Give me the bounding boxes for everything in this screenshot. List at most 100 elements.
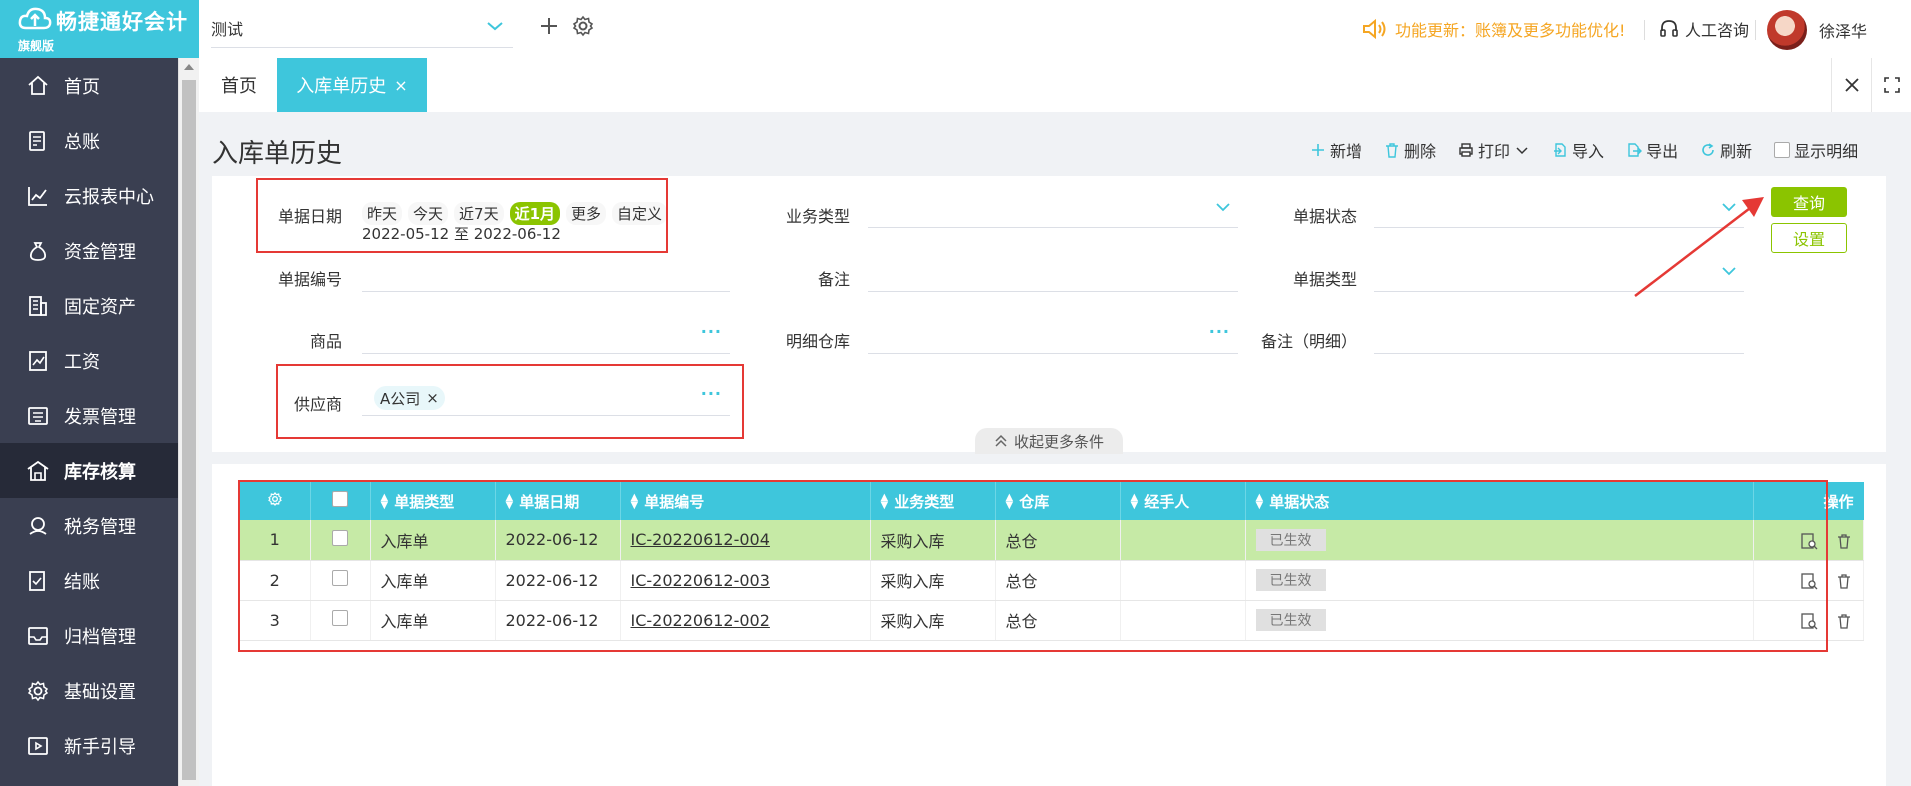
view-icon[interactable] xyxy=(1800,572,1818,590)
col-status[interactable]: ▲ ▼ 单据状态 xyxy=(1245,482,1754,520)
doc-no-link[interactable]: IC-20220612-004 xyxy=(631,530,770,549)
quick-yesterday[interactable]: 昨天 xyxy=(362,202,403,225)
trash-icon xyxy=(1386,143,1399,158)
col-label: 单据编号 xyxy=(644,492,705,511)
supplier-tag: A公司 × xyxy=(374,386,445,410)
fullscreen-icon xyxy=(1883,77,1900,93)
view-icon[interactable] xyxy=(1800,532,1818,550)
add-button[interactable]: 新增 xyxy=(1310,138,1362,162)
plus-icon[interactable] xyxy=(537,14,561,38)
update-notice[interactable]: 功能更新：账簿及更多功能优化! xyxy=(1361,16,1625,42)
quick-1month[interactable]: 近1月 xyxy=(509,202,561,225)
column-settings[interactable] xyxy=(240,482,311,520)
view-icon[interactable] xyxy=(1800,612,1818,630)
doc-no-input[interactable] xyxy=(362,256,730,292)
col-doc-type[interactable]: ▲ ▼ 单据类型 xyxy=(370,482,496,520)
close-icon[interactable]: × xyxy=(426,389,439,407)
biz-type-label: 业务类型 xyxy=(785,207,850,226)
show-detail-toggle[interactable]: 显示明细 xyxy=(1774,138,1858,162)
supplier-input[interactable]: A公司 × ··· xyxy=(362,380,730,416)
table-row[interactable]: 2 入库单 2022-06-12 IC-20220612-003 采购入库 总仓… xyxy=(240,560,1864,601)
col-doc-no[interactable]: ▲ ▼ 单据编号 xyxy=(620,482,871,520)
quick-custom[interactable]: 自定义 xyxy=(612,202,668,225)
scrollbar-thumb[interactable] xyxy=(182,80,196,780)
gear-icon xyxy=(27,680,49,701)
close-all-tabs-button[interactable] xyxy=(1831,58,1871,112)
fullscreen-button[interactable] xyxy=(1871,58,1911,112)
row-checkbox[interactable] xyxy=(332,529,348,546)
sidebar-item-inventory[interactable]: 库存核算 xyxy=(0,443,178,498)
sidebar-item-tax[interactable]: 税务管理 xyxy=(0,498,178,553)
export-icon xyxy=(1628,143,1643,157)
doc-no-link[interactable]: IC-20220612-002 xyxy=(631,611,770,630)
sidebar-item-ledger[interactable]: 总账 xyxy=(0,113,178,168)
trash-icon[interactable] xyxy=(1835,572,1853,590)
annotation-arrow-icon xyxy=(1634,197,1764,297)
more-icon[interactable]: ··· xyxy=(701,322,722,341)
export-button[interactable]: 导出 xyxy=(1626,138,1678,162)
close-icon[interactable]: × xyxy=(394,76,407,95)
scroll-up-arrow[interactable] xyxy=(184,64,194,70)
sidebar-item-home[interactable]: 首页 xyxy=(0,58,178,113)
sidebar-item-settings[interactable]: 基础设置 xyxy=(0,663,178,718)
doc-no-label: 单据编号 xyxy=(277,270,342,289)
import-label: 导入 xyxy=(1572,142,1605,161)
col-warehouse[interactable]: ▲ ▼ 仓库 xyxy=(995,482,1121,520)
gear-icon xyxy=(267,492,282,506)
tab-home[interactable]: 首页 xyxy=(221,58,257,112)
sidebar-item-invoice[interactable]: 发票管理 xyxy=(0,388,178,443)
sidebar-item-guide[interactable]: 新手引导 xyxy=(0,718,178,773)
refresh-button[interactable]: 刷新 xyxy=(1700,138,1752,162)
trash-icon[interactable] xyxy=(1835,532,1853,550)
remark-input[interactable] xyxy=(868,256,1238,292)
query-button[interactable]: 查询 xyxy=(1771,187,1847,217)
goods-input[interactable]: ··· xyxy=(362,318,730,354)
user-menu[interactable]: 徐泽华 xyxy=(1767,10,1867,50)
col-handler[interactable]: ▲ ▼ 经手人 xyxy=(1120,482,1246,520)
row-checkbox[interactable] xyxy=(332,570,348,586)
account-select[interactable]: 测试 xyxy=(211,12,513,48)
col-label: 单据状态 xyxy=(1269,492,1330,511)
date-range[interactable]: 2022-05-12 至 2022-06-12 xyxy=(362,223,561,244)
sidebar-item-label: 总账 xyxy=(64,131,100,153)
delete-button[interactable]: 删除 xyxy=(1384,138,1436,162)
brand-name: 畅捷通好会计 xyxy=(56,10,188,34)
consult-button[interactable]: 人工咨询 xyxy=(1659,16,1749,42)
doc-no-link[interactable]: IC-20220612-003 xyxy=(631,571,770,590)
table-row[interactable]: 1 入库单 2022-06-12 IC-20220612-004 采购入库 总仓… xyxy=(240,520,1864,561)
quick-more[interactable]: 更多 xyxy=(566,202,607,225)
quick-7days[interactable]: 近7天 xyxy=(454,202,504,225)
table-row[interactable]: 3 入库单 2022-06-12 IC-20220612-002 采购入库 总仓… xyxy=(240,600,1864,641)
sidebar-item-reports[interactable]: 云报表中心 xyxy=(0,168,178,223)
show-detail-checkbox[interactable] xyxy=(1774,142,1791,158)
quick-today[interactable]: 今天 xyxy=(408,202,449,225)
biz-type-select[interactable] xyxy=(868,192,1238,228)
select-all[interactable] xyxy=(310,482,371,520)
sidebar-item-salary[interactable]: 工资 xyxy=(0,333,178,388)
print-button[interactable]: 打印 xyxy=(1458,138,1530,162)
sidebar-item-label: 发票管理 xyxy=(64,406,136,428)
col-doc-date[interactable]: ▲ ▼ 单据日期 xyxy=(495,482,621,520)
toolbar: 新增 删除 打印 导入 导出 刷新 显示明细 xyxy=(1310,138,1880,162)
more-icon[interactable]: ··· xyxy=(701,384,722,403)
chevron-down-icon xyxy=(1216,203,1230,212)
select-all-checkbox[interactable] xyxy=(332,491,348,507)
row-checkbox[interactable] xyxy=(332,610,348,626)
settings-button[interactable]: 设置 xyxy=(1771,223,1847,253)
detail-remark-input[interactable] xyxy=(1374,318,1744,354)
detail-wh-input[interactable]: ··· xyxy=(868,318,1238,354)
chevron-down-icon xyxy=(487,22,503,31)
sidebar-item-funds[interactable]: 资金管理 xyxy=(0,223,178,278)
gear-icon[interactable] xyxy=(571,14,595,38)
sidebar-item-assets[interactable]: 固定资产 xyxy=(0,278,178,333)
sidebar-item-archive[interactable]: 归档管理 xyxy=(0,608,178,663)
col-biz-type[interactable]: ▲ ▼ 业务类型 xyxy=(870,482,996,520)
more-icon[interactable]: ··· xyxy=(1209,322,1230,341)
sidebar-item-closing[interactable]: 结账 xyxy=(0,553,178,608)
tab-inbound-history[interactable]: 入库单历史 × xyxy=(277,58,427,112)
import-button[interactable]: 导入 xyxy=(1552,138,1604,162)
sidebar-scrollbar[interactable] xyxy=(178,58,199,786)
sidebar-item-label: 库存核算 xyxy=(64,461,136,483)
trash-icon[interactable] xyxy=(1835,612,1853,630)
collapse-filters-button[interactable]: 收起更多条件 xyxy=(975,428,1123,454)
